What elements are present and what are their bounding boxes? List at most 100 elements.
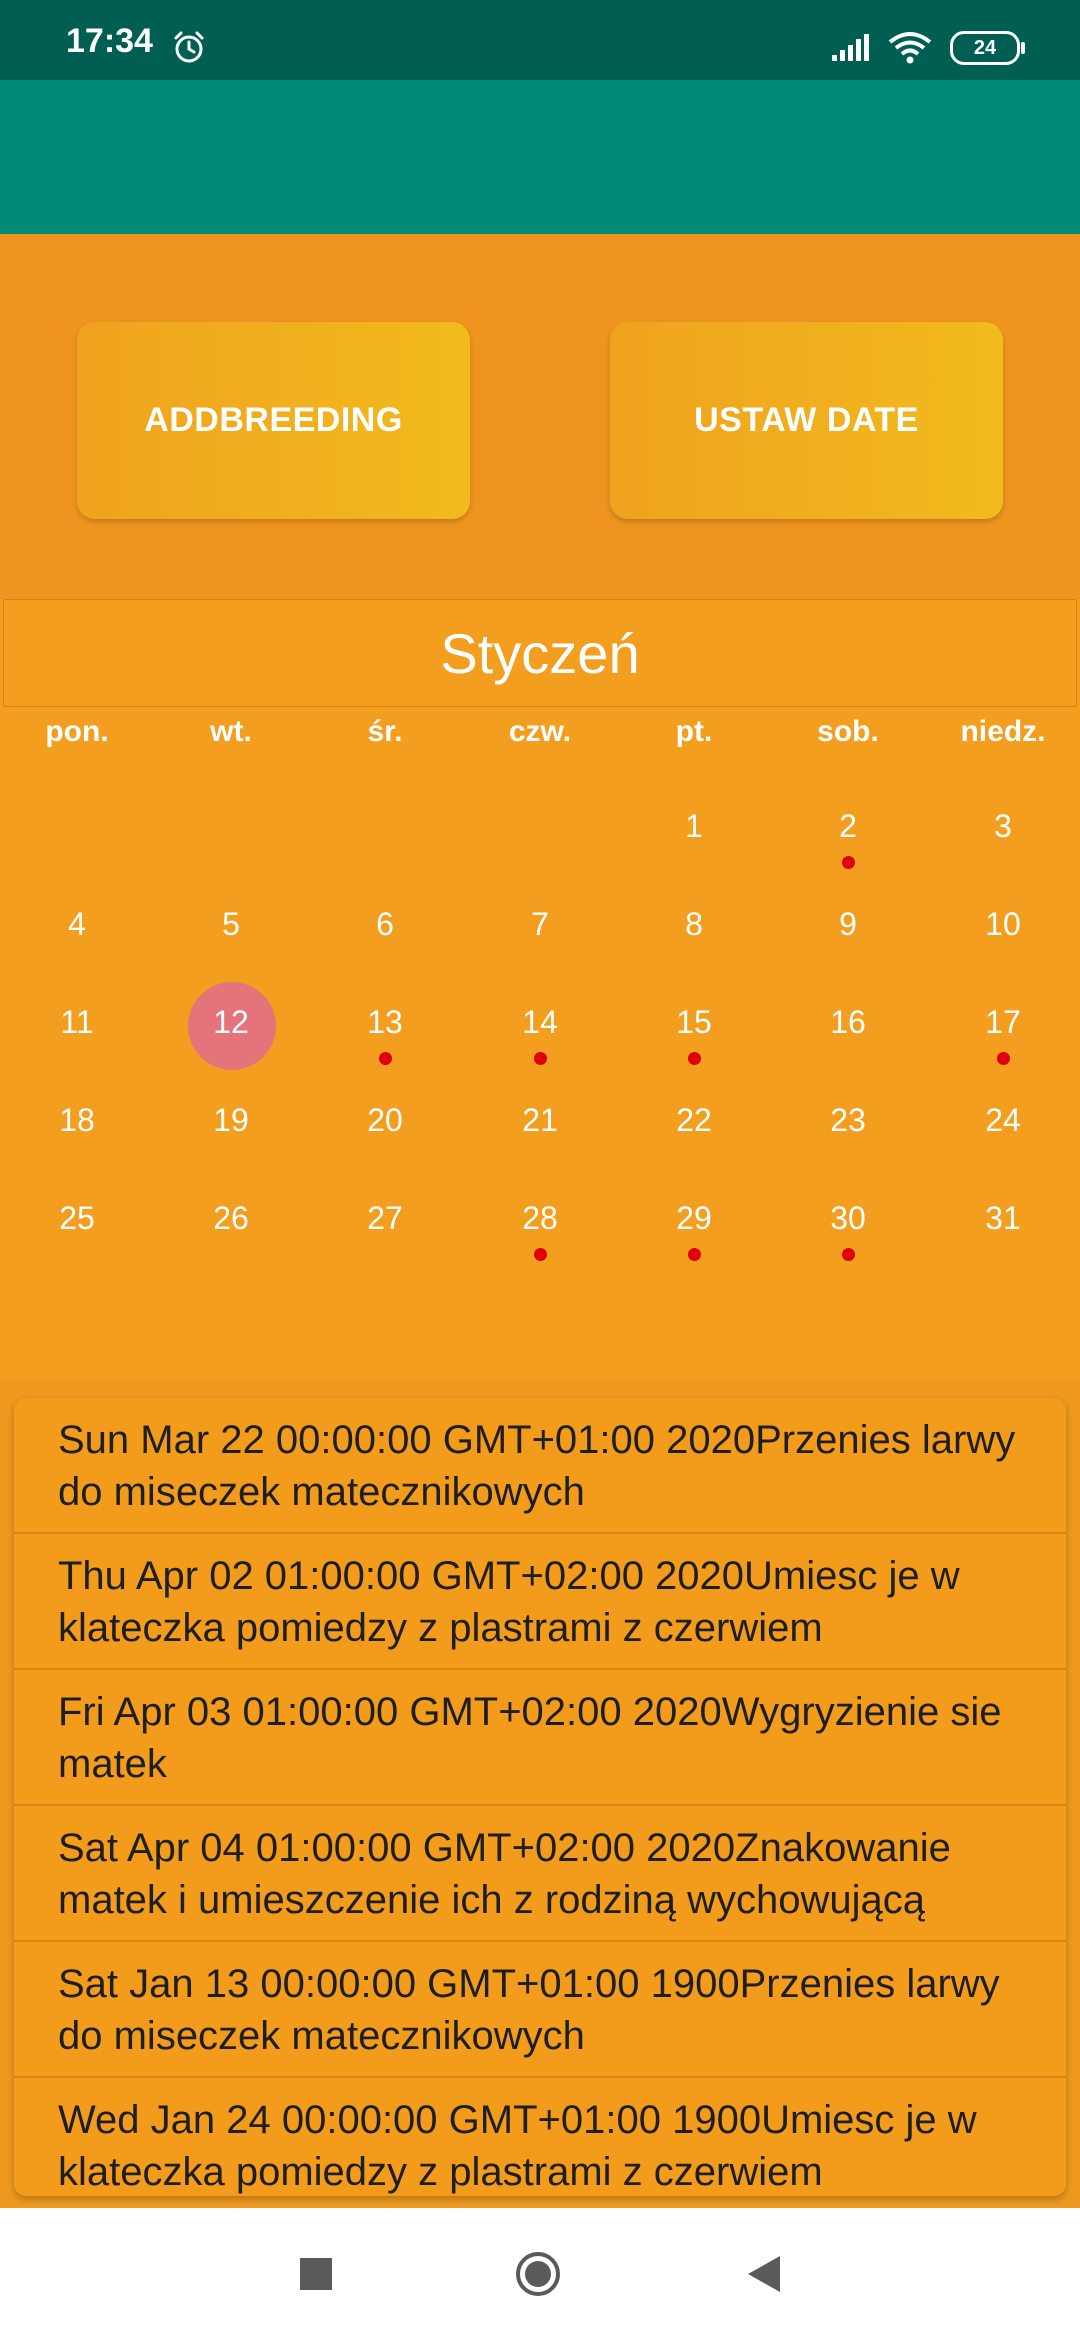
- calendar-day[interactable]: 6: [308, 884, 462, 974]
- event-dot: [997, 1052, 1010, 1065]
- calendar-day[interactable]: 11: [0, 982, 154, 1072]
- day-number: 8: [685, 906, 703, 942]
- day-number: 17: [985, 1004, 1021, 1040]
- calendar-day[interactable]: 30: [771, 1178, 925, 1268]
- calendar-day[interactable]: 12: [154, 982, 308, 1072]
- calendar-day[interactable]: 20: [308, 1080, 462, 1170]
- day-number: 5: [222, 906, 240, 942]
- calendar-day[interactable]: 9: [771, 884, 925, 974]
- battery-level: 24: [973, 36, 997, 59]
- calendar-day[interactable]: 31: [926, 1178, 1080, 1268]
- day-number: 1: [685, 808, 703, 844]
- weekday-label: niedz.: [960, 715, 1046, 748]
- calendar-day[interactable]: 28: [463, 1178, 617, 1268]
- day-number: 22: [676, 1102, 712, 1138]
- calendar: Styczeń pon. wt. śr. czw. pt. sob. niedz. 1234…: [0, 599, 1080, 1380]
- weekday-label: sob.: [817, 715, 879, 748]
- event-dot: [842, 856, 855, 869]
- calendar-day[interactable]: 15: [617, 982, 771, 1072]
- calendar-day[interactable]: 13: [308, 982, 462, 1072]
- calendar-day[interactable]: 21: [463, 1080, 617, 1170]
- signal-icon: [832, 34, 869, 61]
- day-number: 29: [676, 1200, 712, 1236]
- day-number: 12: [213, 1004, 249, 1040]
- day-number: 3: [994, 808, 1012, 844]
- event-list-item[interactable]: Fri Apr 03 01:00:00 GMT+02:00 2020Wygryz…: [14, 1670, 1066, 1806]
- day-number: 27: [367, 1200, 403, 1236]
- calendar-day[interactable]: 27: [308, 1178, 462, 1268]
- calendar-day[interactable]: 2: [771, 786, 925, 876]
- app-bar: [0, 80, 1080, 234]
- day-number: 2: [839, 808, 857, 844]
- calendar-day[interactable]: 14: [463, 982, 617, 1072]
- day-number: 6: [376, 906, 394, 942]
- day-number: 20: [367, 1102, 403, 1138]
- calendar-day[interactable]: 18: [0, 1080, 154, 1170]
- weekday-header: pon. wt. śr. czw. pt. sob. niedz.: [0, 715, 1080, 765]
- weekday-label: śr.: [367, 715, 403, 748]
- day-number: 23: [830, 1102, 866, 1138]
- navigation-bar: [0, 2208, 1080, 2340]
- calendar-day[interactable]: 7: [463, 884, 617, 974]
- calendar-day[interactable]: 22: [617, 1080, 771, 1170]
- battery-icon: 24: [950, 31, 1025, 65]
- weekday-label: wt.: [210, 715, 252, 748]
- calendar-day[interactable]: 5: [154, 884, 308, 974]
- calendar-day[interactable]: 23: [771, 1080, 925, 1170]
- day-number: 15: [676, 1004, 712, 1040]
- event-dot: [688, 1052, 701, 1065]
- event-list-item[interactable]: Thu Apr 02 01:00:00 GMT+02:00 2020Umiesc…: [14, 1534, 1066, 1670]
- day-number: 11: [60, 1004, 94, 1040]
- square-icon[interactable]: [292, 2250, 340, 2298]
- calendar-day[interactable]: 24: [926, 1080, 1080, 1170]
- calendar-day[interactable]: 29: [617, 1178, 771, 1268]
- event-dot: [688, 1248, 701, 1261]
- event-list[interactable]: Sun Mar 22 00:00:00 GMT+01:00 2020Przeni…: [14, 1398, 1066, 2196]
- day-number: 25: [59, 1200, 95, 1236]
- calendar-day[interactable]: 19: [154, 1080, 308, 1170]
- day-number: 21: [522, 1102, 558, 1138]
- circle-home-icon[interactable]: [514, 2250, 562, 2298]
- calendar-day[interactable]: 1: [617, 786, 771, 876]
- day-number: 16: [830, 1004, 866, 1040]
- day-number: 10: [985, 906, 1021, 942]
- event-list-item[interactable]: Sun Mar 22 00:00:00 GMT+01:00 2020Przeni…: [14, 1398, 1066, 1534]
- day-number: 19: [213, 1102, 249, 1138]
- back-triangle-icon[interactable]: [740, 2250, 788, 2298]
- day-number: 26: [213, 1200, 249, 1236]
- day-number: 4: [68, 906, 86, 942]
- set-date-button[interactable]: USTAW DATE: [610, 322, 1003, 519]
- weekday-label: czw.: [508, 715, 572, 748]
- calendar-day[interactable]: 16: [771, 982, 925, 1072]
- calendar-day[interactable]: 3: [926, 786, 1080, 876]
- weekday-label: pt.: [675, 715, 713, 748]
- calendar-day[interactable]: 8: [617, 884, 771, 974]
- calendar-day[interactable]: 10: [926, 884, 1080, 974]
- calendar-day[interactable]: 4: [0, 884, 154, 974]
- status-time: 17:34: [66, 22, 153, 60]
- day-number: 14: [522, 1004, 558, 1040]
- event-dot: [534, 1052, 547, 1065]
- day-number: 28: [522, 1200, 558, 1236]
- day-number: 31: [985, 1200, 1021, 1236]
- wifi-icon: [888, 32, 932, 64]
- calendar-day[interactable]: 26: [154, 1178, 308, 1268]
- status-bar: 17:34 24: [0, 0, 1080, 80]
- day-number: 24: [985, 1102, 1021, 1138]
- add-breeding-button[interactable]: ADDBREEDING: [77, 322, 470, 519]
- event-list-item[interactable]: Sat Jan 13 00:00:00 GMT+01:00 1900Przeni…: [14, 1942, 1066, 2078]
- status-icons: 24: [830, 28, 1025, 68]
- day-number: 7: [531, 906, 549, 942]
- event-dot: [534, 1248, 547, 1261]
- day-number: 18: [59, 1102, 95, 1138]
- event-list-item[interactable]: Sat Apr 04 01:00:00 GMT+02:00 2020Znakow…: [14, 1806, 1066, 1942]
- weekday-label: pon.: [45, 715, 109, 748]
- event-dot: [379, 1052, 392, 1065]
- event-list-item[interactable]: Wed Jan 24 00:00:00 GMT+01:00 1900Umiesc…: [14, 2078, 1066, 2196]
- day-number: 9: [839, 906, 857, 942]
- day-number: 30: [830, 1200, 866, 1236]
- calendar-day[interactable]: 17: [926, 982, 1080, 1072]
- alarm-clock-icon: [174, 31, 204, 63]
- day-number: 13: [367, 1004, 403, 1040]
- calendar-day[interactable]: 25: [0, 1178, 154, 1268]
